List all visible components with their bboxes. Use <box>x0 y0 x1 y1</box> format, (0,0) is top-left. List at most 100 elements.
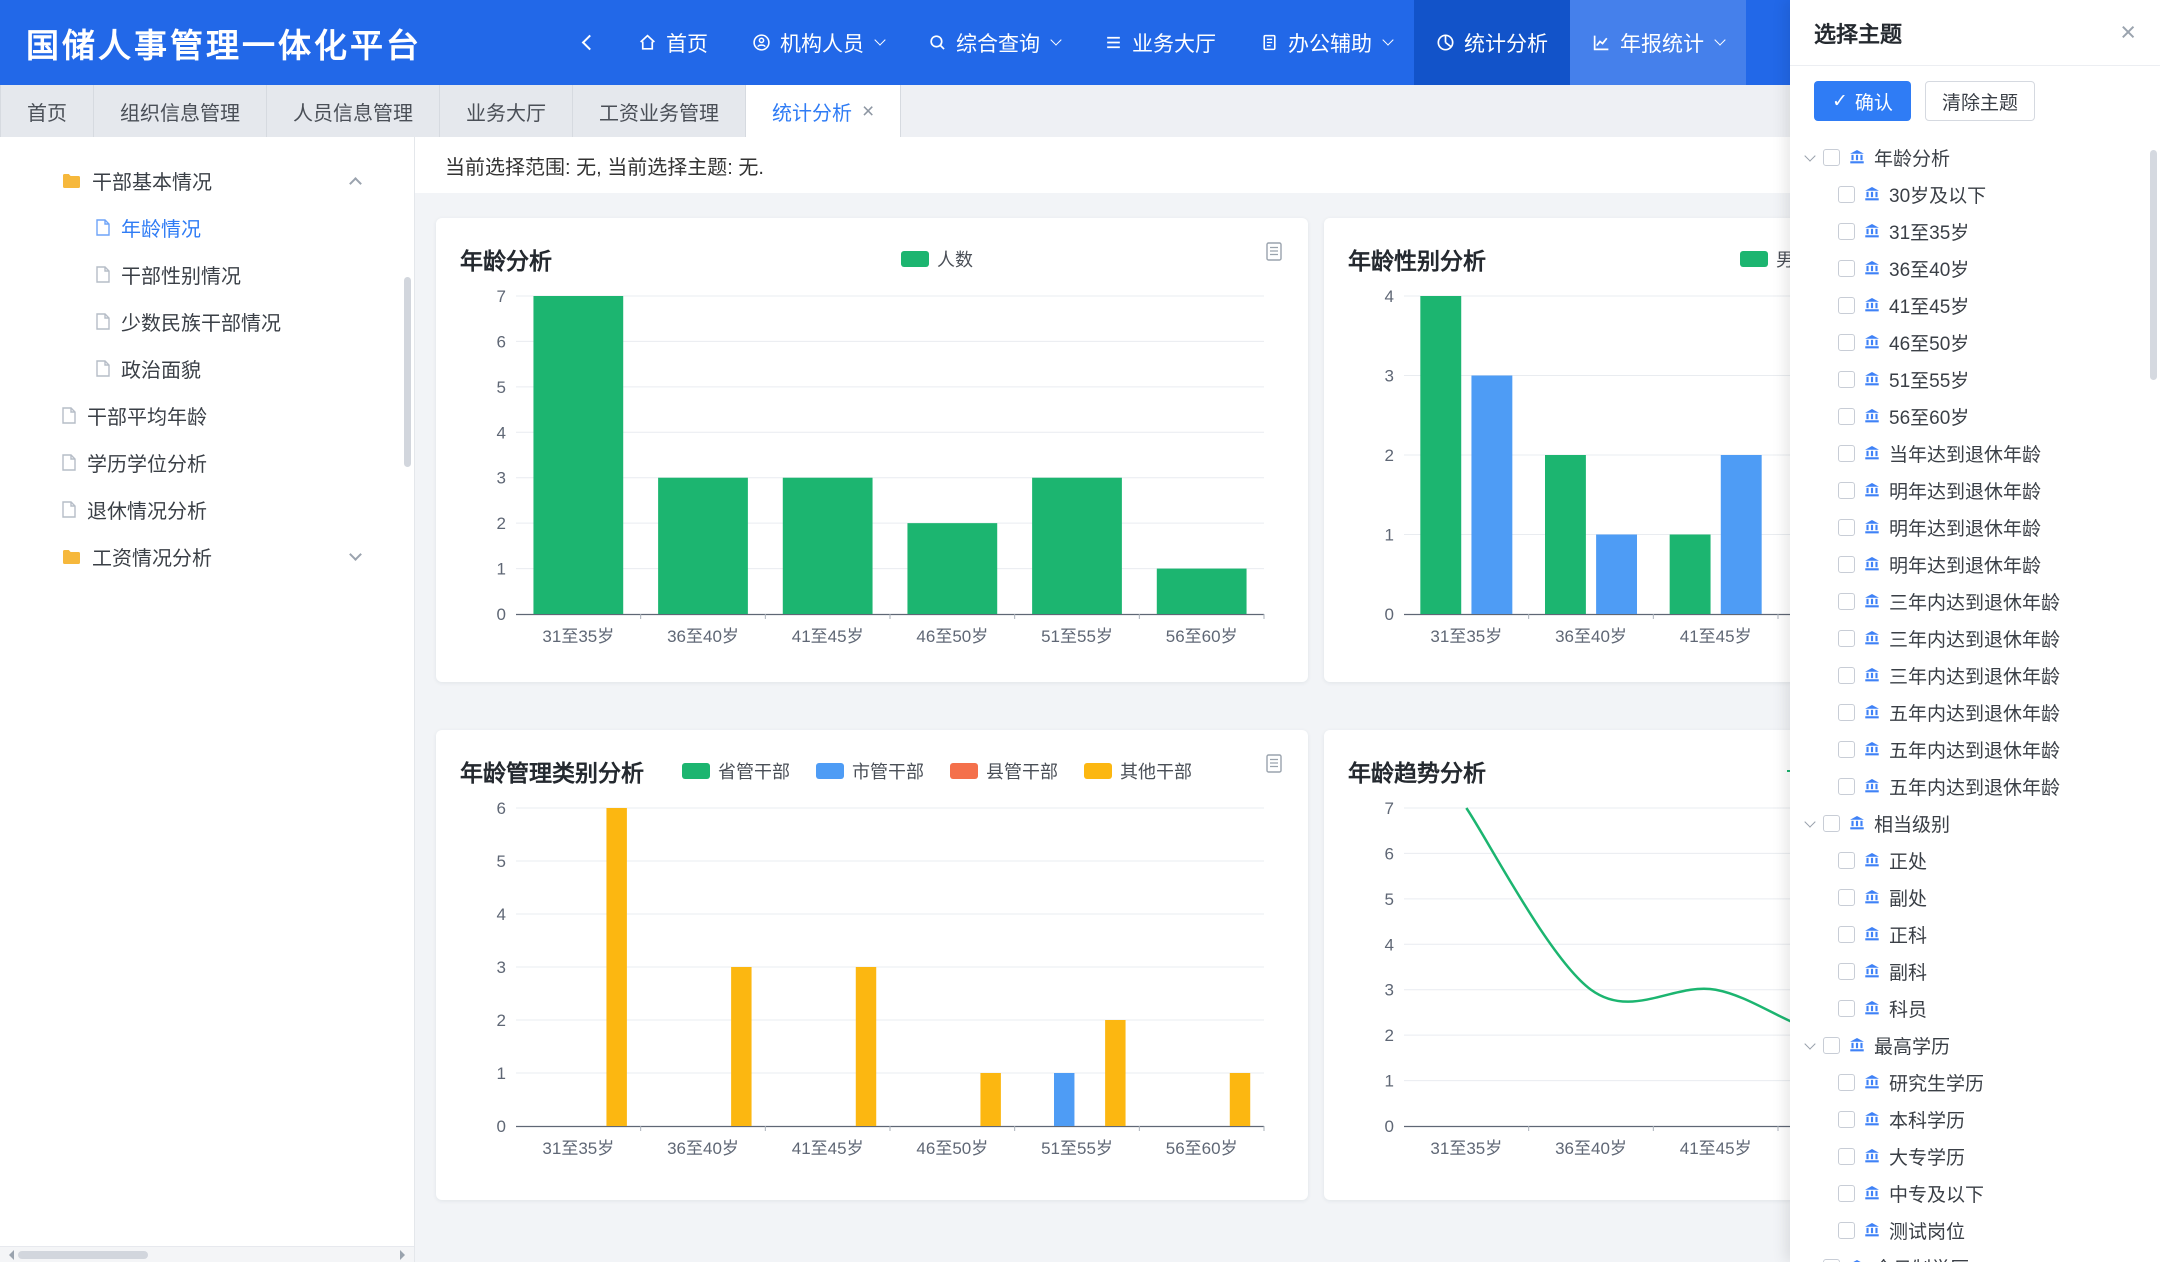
checkbox[interactable] <box>1838 297 1855 314</box>
theme-item-1-4[interactable]: 科员 <box>1838 990 2152 1027</box>
checkbox[interactable] <box>1823 815 1840 832</box>
expand-icon[interactable] <box>349 548 362 561</box>
close-icon[interactable]: × <box>862 101 874 122</box>
tab-salary[interactable]: 工资业务管理 <box>573 85 746 137</box>
sidebar-subitem-0-1[interactable]: 干部性别情况 <box>0 251 414 298</box>
theme-item-2-3[interactable]: 中专及以下 <box>1838 1175 2152 1212</box>
sidebar-horizontal-scrollbar[interactable] <box>0 1246 414 1262</box>
checkbox[interactable] <box>1823 1037 1840 1054</box>
sidebar-item-3[interactable]: 退休情况分析 <box>0 486 414 533</box>
checkbox[interactable] <box>1838 963 1855 980</box>
checkbox[interactable] <box>1838 1000 1855 1017</box>
theme-item-0-16[interactable]: 五年内达到退休年龄 <box>1838 768 2152 805</box>
confirm-button[interactable]: ✓确认 <box>1814 81 1911 121</box>
theme-item-0-5[interactable]: 51至55岁 <box>1838 361 2152 398</box>
theme-item-2-4[interactable]: 测试岗位 <box>1838 1212 2152 1249</box>
theme-item-0-6[interactable]: 56至60岁 <box>1838 398 2152 435</box>
theme-item-0-8[interactable]: 明年达到退休年龄 <box>1838 472 2152 509</box>
tab-people-info[interactable]: 人员信息管理 <box>267 85 440 137</box>
checkbox[interactable] <box>1838 1185 1855 1202</box>
nav-item-statistics[interactable]: 统计分析 <box>1414 0 1570 85</box>
theme-item-0-2[interactable]: 36至40岁 <box>1838 250 2152 287</box>
theme-group-2[interactable]: 最高学历 <box>1806 1027 2152 1064</box>
nav-item-home[interactable]: 首页 <box>616 0 730 85</box>
collapse-icon[interactable] <box>1804 150 1815 161</box>
scroll-right-icon[interactable] <box>400 1250 410 1260</box>
checkbox[interactable] <box>1838 1148 1855 1165</box>
checkbox[interactable] <box>1838 926 1855 943</box>
theme-item-0-10[interactable]: 明年达到退休年龄 <box>1838 546 2152 583</box>
data-view-icon[interactable] <box>1266 754 1282 778</box>
scrollbar-thumb[interactable] <box>18 1251 148 1259</box>
sidebar-item-4[interactable]: 工资情况分析 <box>0 533 414 580</box>
legend-item[interactable]: 其他干部 <box>1084 758 1192 784</box>
data-view-icon[interactable] <box>1266 242 1282 266</box>
checkbox[interactable] <box>1838 334 1855 351</box>
legend-item[interactable]: 市管干部 <box>816 758 924 784</box>
theme-item-0-3[interactable]: 41至45岁 <box>1838 287 2152 324</box>
theme-item-0-4[interactable]: 46至50岁 <box>1838 324 2152 361</box>
sidebar-subitem-0-0[interactable]: 年龄情况 <box>0 204 414 251</box>
theme-item-0-1[interactable]: 31至35岁 <box>1838 213 2152 250</box>
collapse-icon[interactable] <box>349 177 362 190</box>
nav-item-office-assist[interactable]: 办公辅助 <box>1238 0 1414 85</box>
checkbox[interactable] <box>1838 889 1855 906</box>
checkbox[interactable] <box>1838 445 1855 462</box>
theme-item-0-13[interactable]: 三年内达到退休年龄 <box>1838 657 2152 694</box>
sidebar-vertical-scrollbar[interactable] <box>404 277 411 467</box>
nav-collapse-button[interactable] <box>572 26 606 60</box>
checkbox[interactable] <box>1838 741 1855 758</box>
sidebar-item-1[interactable]: 干部平均年龄 <box>0 392 414 439</box>
scroll-left-icon[interactable] <box>4 1250 14 1260</box>
checkbox[interactable] <box>1838 630 1855 647</box>
theme-item-2-1[interactable]: 本科学历 <box>1838 1101 2152 1138</box>
theme-item-0-11[interactable]: 三年内达到退休年龄 <box>1838 583 2152 620</box>
sidebar-subitem-0-3[interactable]: 政治面貌 <box>0 345 414 392</box>
checkbox[interactable] <box>1838 371 1855 388</box>
theme-item-0-14[interactable]: 五年内达到退休年龄 <box>1838 694 2152 731</box>
theme-group-0[interactable]: 年龄分析 <box>1806 139 2152 176</box>
legend-item[interactable]: 县管干部 <box>950 758 1058 784</box>
checkbox[interactable] <box>1838 667 1855 684</box>
checkbox[interactable] <box>1838 704 1855 721</box>
nav-item-service-hall[interactable]: 业务大厅 <box>1082 0 1238 85</box>
clear-theme-button[interactable]: 清除主题 <box>1925 81 2035 121</box>
theme-item-2-2[interactable]: 大专学历 <box>1838 1138 2152 1175</box>
theme-item-2-0[interactable]: 研究生学历 <box>1838 1064 2152 1101</box>
checkbox[interactable] <box>1838 1111 1855 1128</box>
checkbox[interactable] <box>1838 260 1855 277</box>
theme-item-1-3[interactable]: 副科 <box>1838 953 2152 990</box>
checkbox[interactable] <box>1838 482 1855 499</box>
checkbox[interactable] <box>1838 852 1855 869</box>
legend-item[interactable]: 人数 <box>901 246 973 272</box>
theme-item-0-9[interactable]: 明年达到退休年龄 <box>1838 509 2152 546</box>
legend-item[interactable]: 省管干部 <box>682 758 790 784</box>
theme-item-0-7[interactable]: 当年达到退休年龄 <box>1838 435 2152 472</box>
checkbox[interactable] <box>1838 593 1855 610</box>
theme-item-0-15[interactable]: 五年内达到退休年龄 <box>1838 731 2152 768</box>
theme-item-1-0[interactable]: 正处 <box>1838 842 2152 879</box>
sidebar-item-0[interactable]: 干部基本情况 <box>0 157 414 204</box>
sidebar-subitem-0-2[interactable]: 少数民族干部情况 <box>0 298 414 345</box>
tab-service-hall[interactable]: 业务大厅 <box>440 85 573 137</box>
checkbox[interactable] <box>1838 556 1855 573</box>
tab-org-info[interactable]: 组织信息管理 <box>94 85 267 137</box>
tab-statistics[interactable]: 统计分析× <box>746 85 901 137</box>
checkbox[interactable] <box>1838 186 1855 203</box>
theme-item-0-12[interactable]: 三年内达到退休年龄 <box>1838 620 2152 657</box>
tab-home[interactable]: 首页 <box>0 85 94 137</box>
collapse-icon[interactable] <box>1804 1038 1815 1049</box>
sidebar-item-2[interactable]: 学历学位分析 <box>0 439 414 486</box>
nav-item-query[interactable]: 综合查询 <box>906 0 1082 85</box>
theme-group-1[interactable]: 相当级别 <box>1806 805 2152 842</box>
checkbox[interactable] <box>1838 223 1855 240</box>
theme-group-3[interactable]: 全日制学历 <box>1806 1249 2152 1262</box>
theme-item-0-0[interactable]: 30岁及以下 <box>1838 176 2152 213</box>
nav-item-annual-report[interactable]: 年报统计 <box>1570 0 1746 85</box>
nav-item-org-people[interactable]: 机构人员 <box>730 0 906 85</box>
checkbox[interactable] <box>1823 149 1840 166</box>
panel-scrollbar[interactable] <box>2150 150 2157 380</box>
checkbox[interactable] <box>1838 408 1855 425</box>
collapse-icon[interactable] <box>1804 816 1815 827</box>
theme-item-1-1[interactable]: 副处 <box>1838 879 2152 916</box>
